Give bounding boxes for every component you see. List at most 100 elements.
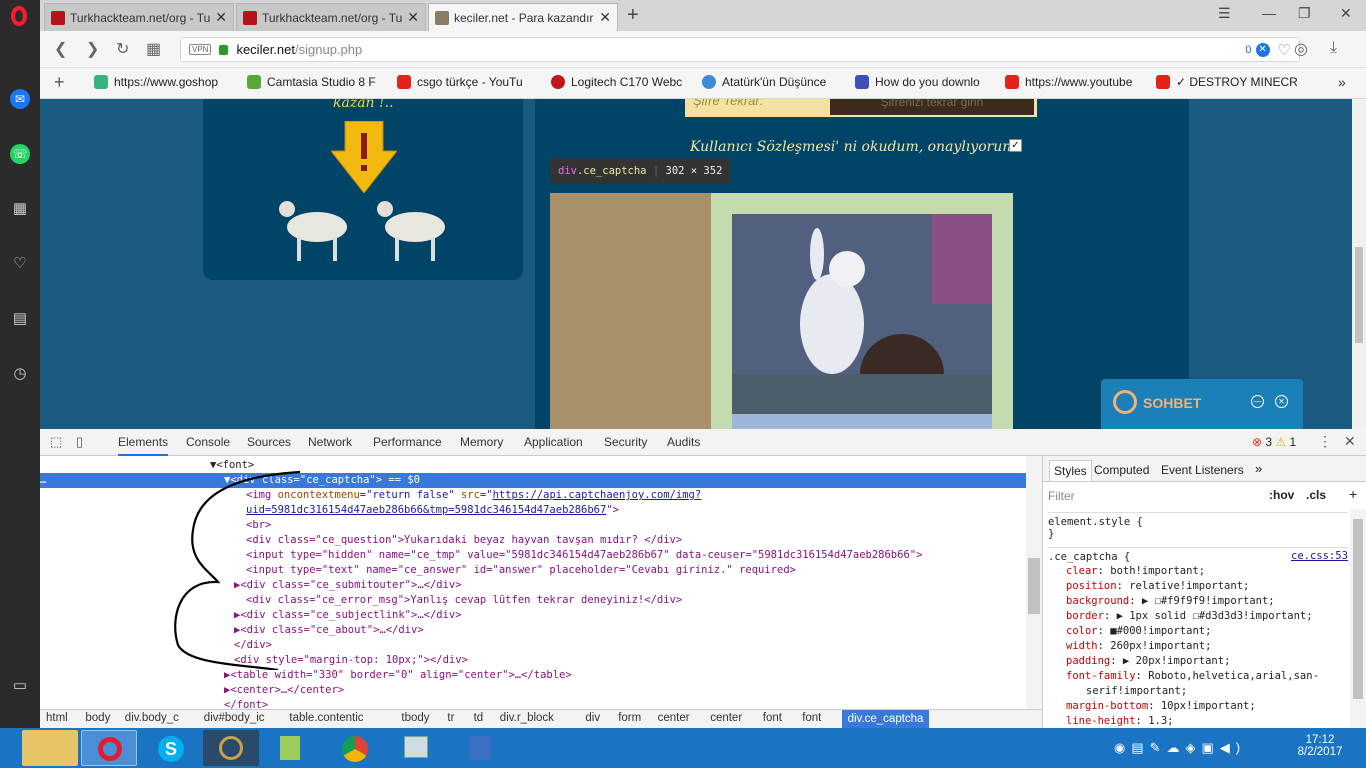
breadcrumb-item[interactable]: font [763, 712, 782, 724]
element-style-rule[interactable]: element.style { [1048, 512, 1348, 530]
breadcrumb-item[interactable]: div.body_c [125, 712, 179, 724]
sidebar-toggle-icon[interactable]: ▭ [10, 676, 30, 696]
dom-node[interactable]: ▶<table width="330" border="0" align="ce… [224, 668, 572, 683]
maximize-button[interactable]: ❐ [1298, 5, 1311, 22]
opera-menu-button[interactable] [0, 0, 40, 31]
styles-filter-input[interactable]: Filter [1048, 489, 1075, 503]
css-property[interactable]: padding: ▶ 20px!important; [1066, 654, 1366, 669]
breadcrumb-item[interactable]: center [710, 712, 742, 724]
opera-taskbar-icon[interactable] [81, 730, 137, 766]
css-source-link[interactable]: ce.css:53 [1291, 549, 1348, 564]
dom-node[interactable]: <div class="ce_question">Yukarıdaki beya… [246, 533, 682, 548]
tab-3-active[interactable]: keciler.net - Para kazandır ✕ [428, 3, 618, 31]
css-property[interactable]: line-height: 1.3; [1066, 714, 1366, 729]
breadcrumb-item[interactable]: center [658, 712, 690, 724]
system-tray-icons[interactable]: ◉▤✎☁◈▣◀) [1114, 740, 1246, 756]
breadcrumb-item[interactable]: tr [447, 712, 454, 724]
skype-icon[interactable]: S [143, 730, 199, 766]
agreement-checkbox[interactable]: ✓ [1009, 139, 1022, 152]
hov-toggle[interactable]: :hov [1269, 488, 1294, 502]
breadcrumb-item[interactable]: table.contentic [289, 712, 363, 724]
reload-button[interactable]: ↻ [116, 39, 129, 59]
messenger-icon[interactable]: ✉ [10, 89, 30, 109]
css-property[interactable]: font-family: Roboto,helvetica,arial,san- [1066, 669, 1366, 684]
bookmark-item[interactable]: Atatürk'ün Düşünce [702, 75, 826, 89]
css-property[interactable]: clear: both!important; [1066, 564, 1366, 579]
bookmark-item[interactable]: https://www.goshop [94, 75, 218, 89]
bookmark-item[interactable]: Logitech C170 Webc [551, 75, 682, 89]
history-icon[interactable]: ◷ [10, 364, 30, 384]
add-bookmark-button[interactable]: + [54, 72, 65, 93]
breadcrumb-item[interactable]: body [85, 712, 110, 724]
forward-button[interactable]: ❯ [86, 39, 99, 59]
tab-menu-icon[interactable]: ☰ [1218, 5, 1231, 22]
tab-application[interactable]: Application [524, 435, 583, 449]
league-of-legends-icon[interactable] [203, 730, 259, 766]
tab-1[interactable]: Turkhackteam.net/org - Tu ✕ [44, 3, 234, 31]
breadcrumb-item[interactable]: html [46, 712, 68, 724]
tab-event-listeners[interactable]: Event Listeners [1161, 463, 1244, 477]
close-devtools-icon[interactable]: ✕ [1344, 433, 1356, 450]
tabs-grid-icon[interactable]: ▦ [146, 39, 161, 59]
dom-node[interactable]: <input type="text" name="ce_answer" id="… [246, 563, 796, 578]
heart-icon[interactable]: ♡ [10, 254, 30, 274]
whatsapp-icon[interactable]: ☏ [10, 144, 30, 164]
bookmark-item[interactable]: Camtasia Studio 8 F [247, 75, 376, 89]
chat-widget[interactable]: SOHBET — ✕ [1101, 379, 1303, 429]
bookmark-heart-icon[interactable]: ♡ [1278, 41, 1291, 59]
minimize-chat-icon[interactable]: — [1251, 395, 1264, 408]
tab-memory[interactable]: Memory [460, 435, 503, 449]
cls-toggle[interactable]: .cls [1306, 488, 1326, 502]
bookmark-item[interactable]: How do you downlo [855, 75, 980, 89]
app-icon[interactable] [262, 730, 318, 766]
dom-node[interactable]: <input type="hidden" name="ce_tmp" value… [246, 548, 922, 563]
breadcrumb-item[interactable]: tbody [401, 712, 429, 724]
css-property[interactable]: serif!important; [1066, 684, 1366, 699]
close-icon[interactable]: ✕ [599, 9, 611, 26]
close-icon[interactable]: ✕ [407, 9, 419, 26]
breadcrumb-item[interactable]: form [618, 712, 641, 724]
inspect-element-icon[interactable]: ⬚ [50, 434, 62, 450]
tab-security[interactable]: Security [604, 435, 647, 449]
breadcrumb-item[interactable]: div.r_block [500, 712, 554, 724]
close-window-button[interactable]: ✕ [1340, 5, 1352, 22]
performance-monitor-icon[interactable] [388, 730, 444, 766]
dom-node[interactable]: <div class="ce_error_msg">Yanlış cevap l… [246, 593, 682, 608]
dom-scrollbar[interactable] [1026, 456, 1042, 709]
back-button[interactable]: ❮ [54, 39, 67, 59]
network-app-icon[interactable] [451, 730, 507, 766]
breadcrumb-item[interactable]: div#body_ic [204, 712, 265, 724]
breadcrumb-item[interactable]: td [474, 712, 484, 724]
new-style-rule-icon[interactable]: + [1349, 486, 1357, 502]
download-icon[interactable]: ⤓ [1330, 39, 1337, 57]
error-count[interactable]: ⊗ 3 ⚠ 1 [1252, 435, 1296, 449]
tab-network[interactable]: Network [308, 435, 352, 449]
chrome-icon[interactable] [326, 730, 382, 766]
breadcrumb-item[interactable]: div.ce_captcha [841, 710, 930, 728]
device-toolbar-icon[interactable]: ▯ [76, 434, 83, 450]
tab-computed[interactable]: Computed [1094, 463, 1149, 477]
tab-elements[interactable]: Elements [118, 435, 169, 456]
more-tabs-icon[interactable]: » [1255, 461, 1262, 476]
dom-node[interactable]: ▶<center>…</center> [224, 683, 344, 698]
css-property[interactable]: width: 260px!important; [1066, 639, 1366, 654]
password-repeat-input[interactable]: Şifrenizi tekrar girin [830, 99, 1034, 115]
tab-styles[interactable]: Styles [1049, 460, 1092, 482]
speed-dial-icon[interactable]: ▦ [10, 199, 30, 219]
css-property[interactable]: border: ▶ 1px solid ☐#d3d3d3!important; [1066, 609, 1366, 624]
clock[interactable]: 17:12 8/2/2017 [1290, 734, 1350, 758]
address-field[interactable]: VPN keciler.net/signup.php 0 ✕ ♡ [180, 37, 1300, 62]
css-property[interactable]: position: relative!important; [1066, 579, 1366, 594]
styles-scrollbar[interactable] [1350, 509, 1366, 728]
news-icon[interactable]: ▤ [10, 309, 30, 329]
tab-sources[interactable]: Sources [247, 435, 291, 449]
new-tab-button[interactable]: + [627, 4, 639, 27]
close-chat-icon[interactable]: ✕ [1275, 395, 1288, 408]
more-options-icon[interactable]: ⋮ [1318, 433, 1332, 450]
bookmarks-overflow-button[interactable]: » [1338, 74, 1346, 90]
dom-node[interactable]: <img oncontextmenu="return false" src="h… [246, 488, 701, 503]
file-explorer-icon[interactable] [22, 730, 78, 766]
close-icon[interactable]: ✕ [215, 9, 227, 26]
snapshot-icon[interactable]: ◎ [1294, 39, 1308, 59]
tab-audits[interactable]: Audits [667, 435, 700, 449]
